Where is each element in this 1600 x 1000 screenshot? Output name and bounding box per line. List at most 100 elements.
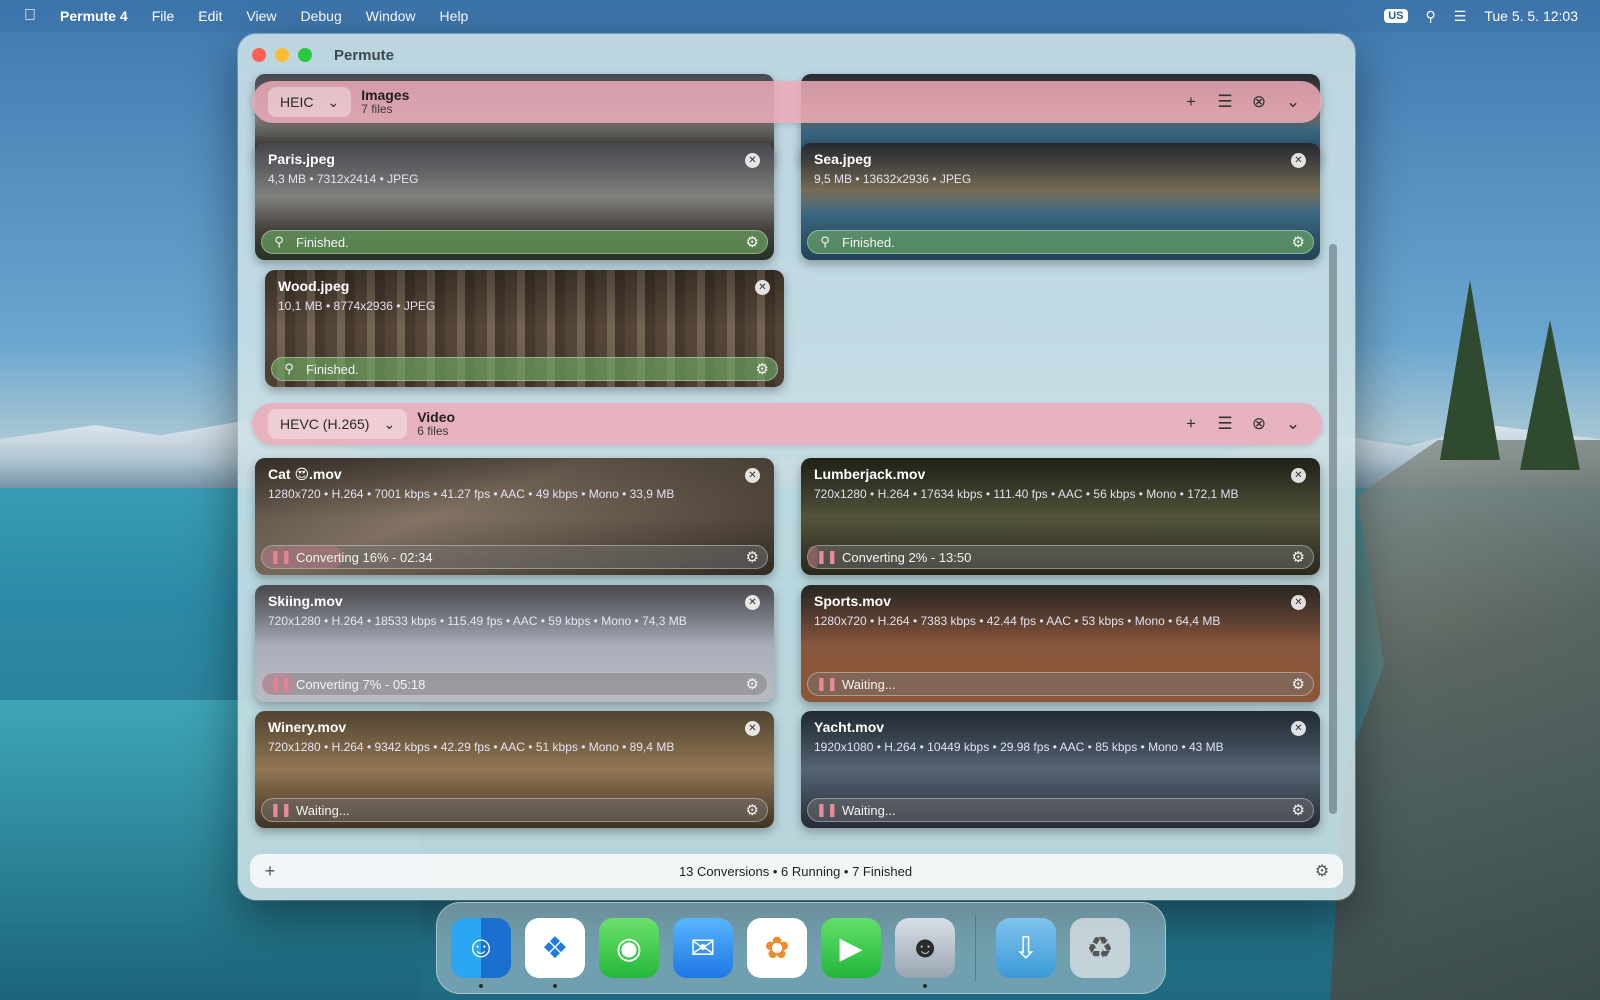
reveal-search-icon[interactable]: ⚲	[270, 234, 288, 250]
pause-icon[interactable]: ❚❚	[816, 549, 838, 565]
status-text: Waiting...	[842, 676, 896, 692]
group-file-count: 6 files	[417, 424, 449, 439]
menu-bar:  Permute 4 File Edit View Debug Window …	[0, 0, 1600, 32]
close-window-button[interactable]	[252, 48, 266, 62]
file-card-sea[interactable]: Sea.jpeg 9,5 MB • 13632x2936 • JPEG ✕ ⚲ …	[801, 143, 1320, 260]
remove-file-icon[interactable]: ✕	[1291, 153, 1306, 168]
settings-gear-icon[interactable]: ⚙	[1292, 233, 1305, 251]
collapse-chevron-icon[interactable]: ⌄	[1282, 92, 1304, 112]
remove-file-icon[interactable]: ✕	[745, 153, 760, 168]
pause-icon[interactable]: ❚❚	[816, 676, 838, 692]
settings-gear-icon[interactable]: ⚙	[746, 801, 759, 819]
add-files-icon[interactable]: +	[1180, 92, 1202, 112]
status-bar: ❚❚ Waiting... ⚙	[807, 672, 1314, 696]
menu-debug[interactable]: Debug	[288, 8, 353, 24]
control-center-icon[interactable]: ☰	[1454, 8, 1467, 25]
remove-file-icon[interactable]: ✕	[745, 721, 760, 736]
finder-icon[interactable]: ☺	[451, 918, 511, 988]
menu-view[interactable]: View	[234, 8, 288, 24]
messages-icon[interactable]: ◉	[599, 918, 659, 978]
input-source-badge[interactable]: US	[1384, 9, 1408, 23]
downloads-icon[interactable]: ⇩	[996, 918, 1056, 978]
add-files-icon[interactable]: +	[1180, 414, 1202, 434]
format-select-value: HEVC (H.265)	[280, 416, 370, 432]
menu-app-name[interactable]: Permute 4	[60, 8, 140, 24]
status-bar: ❚❚ Waiting... ⚙	[261, 798, 768, 822]
menu-edit[interactable]: Edit	[186, 8, 234, 24]
settings-gear-icon[interactable]: ⚙	[1292, 548, 1305, 566]
clear-group-icon[interactable]: ⊗	[1248, 92, 1270, 112]
clear-group-icon[interactable]: ⊗	[1248, 414, 1270, 434]
settings-gear-icon[interactable]: ⚙	[746, 548, 759, 566]
settings-icon[interactable]: ⚙	[1301, 861, 1343, 881]
file-name: Paris.jpeg	[268, 151, 335, 167]
remove-file-icon[interactable]: ✕	[1291, 595, 1306, 610]
file-card-wood[interactable]: Wood.jpeg 10,1 MB • 8774x2936 • JPEG ✕ ⚲…	[265, 270, 784, 387]
file-card-skiing[interactable]: Skiing.mov 720x1280 • H.264 • 18533 kbps…	[255, 585, 774, 702]
window-titlebar: Permute	[238, 34, 1355, 76]
format-select-value: HEIC	[280, 94, 314, 110]
file-card-winery[interactable]: Winery.mov 720x1280 • H.264 • 9342 kbps …	[255, 711, 774, 828]
minimize-window-button[interactable]	[275, 48, 289, 62]
file-meta: 720x1280 • H.264 • 17634 kbps • 111.40 f…	[814, 487, 1239, 501]
menubar-clock[interactable]: Tue 5. 5. 12:03	[1484, 8, 1578, 24]
remove-file-icon[interactable]: ✕	[1291, 721, 1306, 736]
chevron-down-icon: ⌄	[383, 415, 396, 432]
status-text: Converting 16% - 02:34	[296, 549, 433, 565]
zoom-window-button[interactable]	[298, 48, 312, 62]
status-text: Finished.	[842, 234, 895, 250]
background-tree	[1520, 320, 1580, 470]
apple-icon[interactable]: 	[0, 7, 60, 25]
menu-help[interactable]: Help	[428, 8, 481, 24]
file-meta: 9,5 MB • 13632x2936 • JPEG	[814, 172, 972, 186]
remove-file-icon[interactable]: ✕	[1291, 468, 1306, 483]
file-card-paris[interactable]: Paris.jpeg 4,3 MB • 7312x2414 • JPEG ✕ ⚲…	[255, 143, 774, 260]
format-select-video[interactable]: HEVC (H.265) ⌄	[268, 409, 408, 439]
remove-file-icon[interactable]: ✕	[745, 595, 760, 610]
facetime-icon[interactable]: ▶	[821, 918, 881, 978]
group-header-video: HEVC (H.265) ⌄ Video 6 files + ☰ ⊗ ⌄	[252, 403, 1322, 445]
photos-icon[interactable]: ✿	[747, 918, 807, 978]
file-meta: 720x1280 • H.264 • 9342 kbps • 42.29 fps…	[268, 740, 675, 754]
file-card-lumberjack[interactable]: Lumberjack.mov 720x1280 • H.264 • 17634 …	[801, 458, 1320, 575]
remove-file-icon[interactable]: ✕	[755, 280, 770, 295]
reveal-search-icon[interactable]: ⚲	[816, 234, 834, 250]
permute-icon[interactable]: ☻	[895, 918, 955, 988]
file-name: Lumberjack.mov	[814, 466, 926, 482]
spotlight-search-icon[interactable]: ⚲	[1426, 8, 1436, 25]
group-file-count: 7 files	[361, 102, 393, 117]
collapse-chevron-icon[interactable]: ⌄	[1282, 414, 1304, 434]
vertical-scrollbar[interactable]	[1329, 244, 1337, 814]
group-header-images: HEIC ⌄ Images 7 files + ☰ ⊗ ⌄	[252, 81, 1322, 123]
status-text: Waiting...	[296, 802, 350, 818]
status-bar: ❚❚ Converting 7% - 05:18 ⚙	[261, 672, 768, 696]
status-text: Finished.	[296, 234, 349, 250]
file-card-yacht[interactable]: Yacht.mov 1920x1080 • H.264 • 10449 kbps…	[801, 711, 1320, 828]
pause-icon[interactable]: ❚❚	[816, 802, 838, 818]
settings-gear-icon[interactable]: ⚙	[756, 360, 769, 378]
dock-separator	[975, 915, 976, 981]
permute-window: Permute HEIC ⌄ Images 7 files + ☰ ⊗ ⌄ Pa…	[238, 34, 1355, 900]
settings-gear-icon[interactable]: ⚙	[746, 233, 759, 251]
reveal-search-icon[interactable]: ⚲	[280, 361, 298, 377]
file-card-cat[interactable]: Cat 😍.mov 1280x720 • H.264 • 7001 kbps •…	[255, 458, 774, 575]
settings-gear-icon[interactable]: ⚙	[746, 675, 759, 693]
menu-window[interactable]: Window	[354, 8, 428, 24]
remove-file-icon[interactable]: ✕	[745, 468, 760, 483]
format-select-images[interactable]: HEIC ⌄	[268, 87, 352, 117]
mail-icon[interactable]: ✉	[673, 918, 733, 978]
file-name: Cat 😍.mov	[268, 466, 342, 482]
conversion-summary: 13 Conversions • 6 Running • 7 Finished	[678, 863, 913, 879]
progress-fill	[808, 546, 819, 568]
menu-file[interactable]: File	[140, 8, 187, 24]
safari-icon[interactable]: ❖	[525, 918, 585, 988]
pause-icon[interactable]: ❚❚	[270, 802, 292, 818]
add-plus-icon[interactable]: +	[250, 861, 290, 882]
file-card-sports[interactable]: Sports.mov 1280x720 • H.264 • 7383 kbps …	[801, 585, 1320, 702]
settings-gear-icon[interactable]: ⚙	[1292, 675, 1305, 693]
file-meta: 4,3 MB • 7312x2414 • JPEG	[268, 172, 419, 186]
presets-list-icon[interactable]: ☰	[1214, 414, 1236, 434]
presets-list-icon[interactable]: ☰	[1214, 92, 1236, 112]
trash-icon[interactable]: ♻	[1070, 918, 1130, 978]
settings-gear-icon[interactable]: ⚙	[1292, 801, 1305, 819]
